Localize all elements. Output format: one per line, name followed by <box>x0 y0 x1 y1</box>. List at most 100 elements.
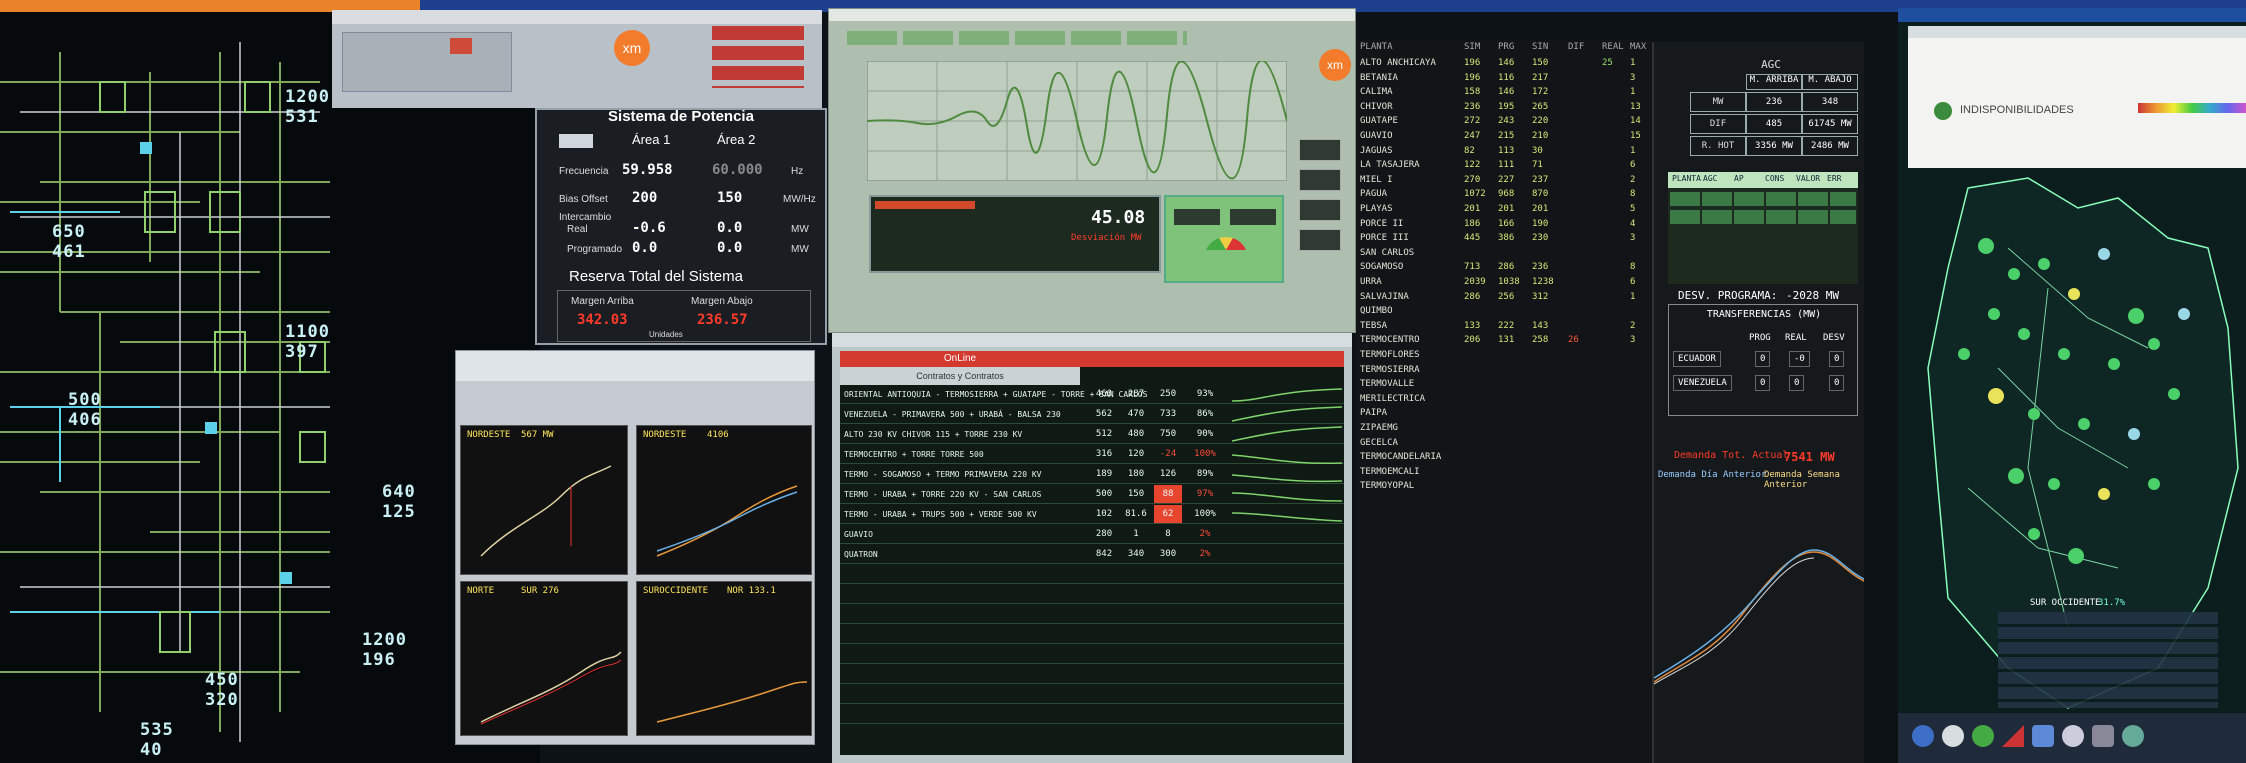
tree-icon[interactable] <box>1972 725 1994 747</box>
table-row[interactable]: GUAVIO 247 215 210 15 <box>1356 129 1651 144</box>
substation-icon[interactable] <box>2008 468 2024 484</box>
table-cell: 71 <box>1532 160 1543 171</box>
table-cell: 220 <box>1532 116 1549 127</box>
table-row[interactable]: PORCE II 186 166 190 4 <box>1356 217 1651 232</box>
table-row[interactable]: PAGUA 1072 968 870 8 <box>1356 187 1651 202</box>
table-cell: PORCE II <box>1360 218 1404 229</box>
table-row[interactable]: MERILECTRICA <box>1356 392 1651 407</box>
table-row[interactable]: BETANIA 196 116 217 3 <box>1356 71 1651 86</box>
substation-icon[interactable] <box>2068 288 2080 300</box>
table-cell: TERMOVALLE <box>1360 379 1415 390</box>
table-row[interactable]: QUIMBO <box>1356 304 1651 319</box>
table-row[interactable]: TERMOSIERRA <box>1356 363 1651 378</box>
table-cell: 196 <box>1464 72 1481 83</box>
transfer-col: PROG <box>1749 333 1771 343</box>
table-row[interactable]: SOGAMOSO 713 286 236 8 <box>1356 260 1651 275</box>
substation-icon[interactable] <box>2078 418 2090 430</box>
table-cell: 5 <box>1630 204 1636 214</box>
substation-icon[interactable] <box>2098 488 2110 500</box>
substation-icon[interactable] <box>2058 348 2070 360</box>
table-row[interactable]: PAIPA <box>1356 406 1651 421</box>
substation-icon[interactable] <box>2168 388 2180 400</box>
alarm-indicator <box>450 38 472 54</box>
legend-value: 31.7% <box>2098 598 2126 608</box>
substation-icon[interactable] <box>1988 308 2000 320</box>
table-row[interactable]: SALVAJINA 286 256 312 1 <box>1356 290 1651 305</box>
signal-icon[interactable] <box>2002 725 2024 747</box>
table-row[interactable]: GUATAPE 272 243 220 14 <box>1356 114 1651 129</box>
row-sparklines <box>1232 388 1343 522</box>
table-row[interactable]: CHIVOR 236 195 265 13 <box>1356 100 1651 115</box>
substation-icon[interactable] <box>2178 308 2190 320</box>
app-icon[interactable] <box>2122 725 2144 747</box>
table-row[interactable]: PORCE III 445 386 230 3 <box>1356 231 1651 246</box>
trend-tabs[interactable] <box>847 31 1187 45</box>
plant-col-header: AP <box>1734 174 1744 183</box>
margin-up-label: Margen Arriba <box>571 296 634 307</box>
substation-icon[interactable] <box>2148 478 2160 490</box>
table-row[interactable]: ALTO ANCHICAYA 196 146 150 25 1 <box>1356 56 1651 71</box>
toolbar-button-group[interactable] <box>342 32 512 92</box>
table-row[interactable]: TERMOCANDELARIA <box>1356 450 1651 465</box>
substation-icon[interactable] <box>2068 548 2084 564</box>
table-cell: TERMOCENTRO <box>1360 335 1420 346</box>
table-cell: 30 <box>1532 145 1543 156</box>
select-button[interactable] <box>559 134 593 148</box>
substation-icon[interactable] <box>2098 248 2110 260</box>
table-cell: TEBSA <box>1360 320 1388 331</box>
agc-cell: 3356 MW <box>1746 136 1802 156</box>
substation-icon[interactable] <box>2008 268 2020 280</box>
app-icon[interactable] <box>1942 725 1964 747</box>
substation-icon[interactable] <box>2128 428 2140 440</box>
table-cell: GUAVIO <box>1360 131 1393 141</box>
substation-icon[interactable] <box>2028 408 2040 420</box>
map-title: INDISPONIBILIDADES <box>1960 104 2074 116</box>
table-row[interactable]: TERMOEMCALI <box>1356 465 1651 480</box>
window-toolbar <box>456 351 814 381</box>
sld-readout: 535 40 <box>140 720 174 760</box>
substation-icon[interactable] <box>2108 358 2120 370</box>
table-row[interactable]: TERMOCENTRO 206 131 258 26 3 <box>1356 333 1651 348</box>
table-row[interactable]: JAGUAS 82 113 30 1 <box>1356 144 1651 159</box>
table-cell: BETANIA <box>1360 72 1398 83</box>
table-row[interactable]: TERMOFLORES <box>1356 348 1651 363</box>
substation-icon[interactable] <box>2018 328 2030 340</box>
table-cell: 215 <box>1498 131 1515 141</box>
start-icon[interactable] <box>1912 725 1934 747</box>
substation-icon[interactable] <box>2038 258 2050 270</box>
table-cell: 25 <box>1602 58 1613 68</box>
table-row[interactable]: TERMOVALLE <box>1356 377 1651 392</box>
table-row[interactable]: MIEL I 270 227 237 2 <box>1356 173 1651 188</box>
window-icon[interactable] <box>2032 725 2054 747</box>
table-row[interactable]: PLAYAS 201 201 201 5 <box>1356 202 1651 217</box>
substation-icon[interactable] <box>1988 388 2004 404</box>
sld-readout: 500 406 <box>68 390 102 430</box>
transfers-title: TRANSFERENCIAS (MW) <box>1706 309 1822 320</box>
table-row[interactable]: LA TASAJERA 122 111 71 6 <box>1356 158 1651 173</box>
indicator-box <box>1299 229 1341 251</box>
table-cell: 2 <box>1630 174 1636 185</box>
generation-plants-table: PLANTA SIM PRG SIN DIF REAL MAX ALTO ANC… <box>1356 40 1651 763</box>
table-row[interactable]: TEBSA 133 222 143 2 <box>1356 319 1651 334</box>
substation-icon[interactable] <box>2048 478 2060 490</box>
table-row[interactable]: GECELCA <box>1356 436 1651 451</box>
substation-icon[interactable] <box>2128 308 2144 324</box>
substation-icon[interactable] <box>2148 338 2160 350</box>
trend-charts-window: NORDESTE 567 MW NORDESTE 4106 NORTE SUR … <box>455 350 815 745</box>
app-icon[interactable] <box>2092 725 2114 747</box>
bias-area1: 200 <box>632 190 658 206</box>
table-row[interactable]: URRA 2039 1038 1238 6 <box>1356 275 1651 290</box>
table-row[interactable]: SAN CARLOS <box>1356 246 1651 261</box>
freq-area2: 60.000 <box>712 162 763 178</box>
substation-icon[interactable] <box>1978 238 1994 254</box>
margin-down-label: Margen Abajo <box>691 296 753 307</box>
app-icon[interactable] <box>2062 725 2084 747</box>
table-cell: 286 <box>1464 291 1481 302</box>
table-row[interactable]: ZIPAEMG <box>1356 421 1651 436</box>
substation-icon[interactable] <box>1958 348 1970 360</box>
substation-icon[interactable] <box>2028 528 2040 540</box>
table-row[interactable]: TERMOYOPAL <box>1356 479 1651 494</box>
table-row[interactable]: CALIMA 158 146 172 1 <box>1356 85 1651 100</box>
table-cell: 1038 <box>1498 277 1520 287</box>
plant-col-header: VALOR <box>1796 174 1821 183</box>
